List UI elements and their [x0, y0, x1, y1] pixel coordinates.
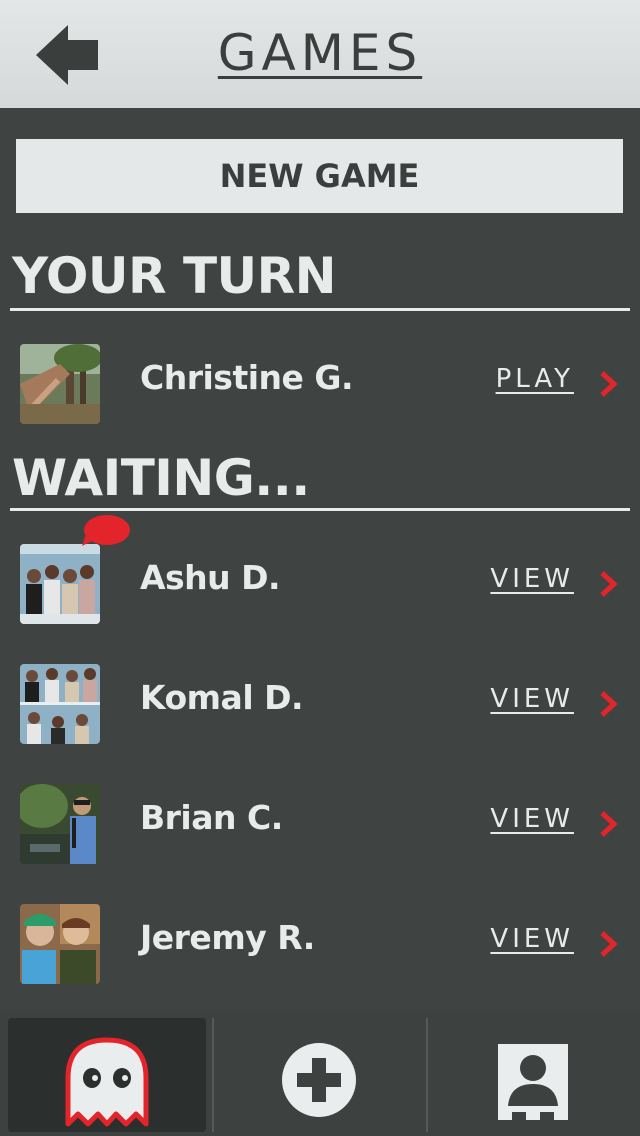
player-name: Christine G. [140, 358, 354, 397]
tab-profile[interactable] [430, 1018, 636, 1132]
tab-separator [426, 1018, 428, 1132]
notification-badge [82, 515, 130, 546]
section-title-waiting: WAITING... [12, 449, 310, 507]
header-bar: GAMES [0, 0, 640, 108]
tab-bar [0, 1012, 640, 1136]
view-link[interactable]: VIEW [490, 804, 574, 834]
tab-new-game[interactable] [218, 1018, 422, 1132]
chevron-right-icon [600, 371, 618, 397]
section-divider [10, 308, 630, 311]
ghost-icon [65, 1037, 149, 1127]
game-row-christine[interactable]: Christine G. PLAY [0, 334, 640, 434]
chevron-right-icon [600, 691, 618, 717]
avatar [20, 344, 100, 424]
player-name: Jeremy R. [140, 918, 315, 957]
view-link[interactable]: VIEW [490, 684, 574, 714]
avatar [20, 664, 100, 744]
game-row-brian[interactable]: Brian C. VIEW [0, 774, 640, 874]
chevron-right-icon [600, 811, 618, 837]
play-link[interactable]: PLAY [496, 364, 574, 394]
section-title-your-turn: YOUR TURN [12, 247, 337, 305]
game-row-ashu[interactable]: Ashu D. VIEW [0, 515, 640, 634]
avatar [20, 784, 100, 864]
section-divider [10, 508, 630, 511]
player-name: Brian C. [140, 798, 283, 837]
game-row-jeremy[interactable]: Jeremy R. VIEW [0, 894, 640, 994]
tab-games[interactable] [8, 1018, 206, 1132]
profile-icon [498, 1044, 568, 1120]
tab-separator [212, 1018, 214, 1132]
player-name: Komal D. [140, 678, 304, 717]
chevron-right-icon [600, 931, 618, 957]
game-row-komal[interactable]: Komal D. VIEW [0, 654, 640, 754]
view-link[interactable]: VIEW [490, 564, 574, 594]
player-name: Ashu D. [140, 558, 281, 597]
page-title: GAMES [217, 24, 423, 82]
avatar [20, 544, 100, 624]
chevron-right-icon [600, 571, 618, 597]
new-game-button[interactable]: NEW GAME [16, 139, 623, 213]
view-link[interactable]: VIEW [490, 924, 574, 954]
avatar [20, 904, 100, 984]
plus-circle-icon [282, 1043, 356, 1117]
